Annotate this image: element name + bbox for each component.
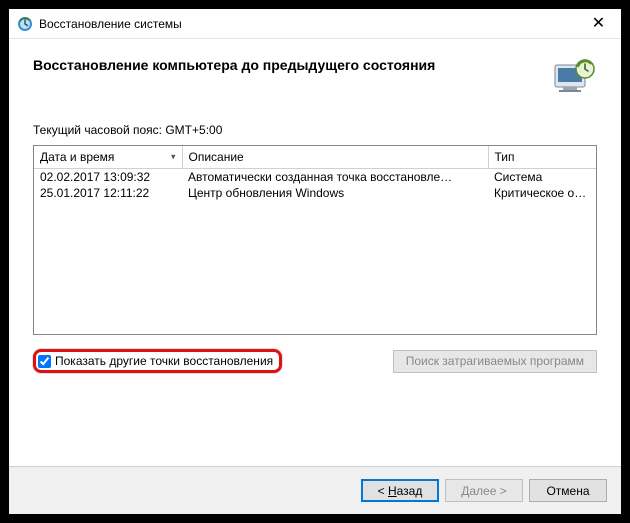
- table-cell: Автоматически созданная точка восстановл…: [182, 169, 488, 186]
- restore-points-table[interactable]: Дата и время ▾ Описание Тип 02.02.2017 1…: [33, 145, 597, 335]
- wizard-footer: < Назад Далее > Отмена: [9, 466, 621, 514]
- back-mnemonic: Н: [388, 484, 397, 498]
- timezone-label: Текущий часовой пояс: GMT+5:00: [33, 123, 597, 137]
- close-button[interactable]: ✕: [576, 9, 621, 39]
- table-cell: 25.01.2017 12:11:22: [34, 185, 182, 201]
- table-cell: 02.02.2017 13:09:32: [34, 169, 182, 186]
- close-icon: ✕: [592, 16, 605, 32]
- show-more-label[interactable]: Показать другие точки восстановления: [55, 354, 273, 368]
- back-suffix: азад: [397, 484, 423, 498]
- window-title: Восстановление системы: [39, 17, 576, 31]
- table-row[interactable]: 02.02.2017 13:09:32Автоматически созданн…: [34, 169, 596, 186]
- scan-affected-button: Поиск затрагиваемых программ: [393, 350, 597, 373]
- system-restore-icon: [17, 16, 33, 32]
- column-header-description[interactable]: Описание: [182, 146, 488, 169]
- restore-large-icon: [549, 55, 597, 99]
- column-header-type[interactable]: Тип: [488, 146, 596, 169]
- back-button[interactable]: < Назад: [361, 479, 439, 502]
- page-heading: Восстановление компьютера до предыдущего…: [33, 55, 549, 73]
- show-more-checkbox[interactable]: [38, 355, 51, 368]
- table-cell: Центр обновления Windows: [182, 185, 488, 201]
- table-cell: Система: [488, 169, 596, 186]
- system-restore-window: Восстановление системы ✕ Восстановление …: [9, 9, 621, 514]
- show-more-highlight: Показать другие точки восстановления: [33, 349, 282, 373]
- options-row: Показать другие точки восстановления Пои…: [33, 349, 597, 373]
- back-prefix: <: [378, 484, 388, 498]
- cancel-button[interactable]: Отмена: [529, 479, 607, 502]
- table-cell: Критическое о…: [488, 185, 596, 201]
- titlebar: Восстановление системы ✕: [9, 9, 621, 39]
- header-row: Восстановление компьютера до предыдущего…: [33, 55, 597, 99]
- next-button: Далее >: [445, 479, 523, 502]
- next-suffix: алее >: [469, 484, 506, 498]
- content-area: Восстановление компьютера до предыдущего…: [9, 39, 621, 466]
- column-header-date-label: Дата и время: [40, 150, 114, 164]
- column-header-date[interactable]: Дата и время ▾: [34, 146, 182, 169]
- table-row[interactable]: 25.01.2017 12:11:22Центр обновления Wind…: [34, 185, 596, 201]
- sort-indicator-icon: ▾: [171, 152, 176, 163]
